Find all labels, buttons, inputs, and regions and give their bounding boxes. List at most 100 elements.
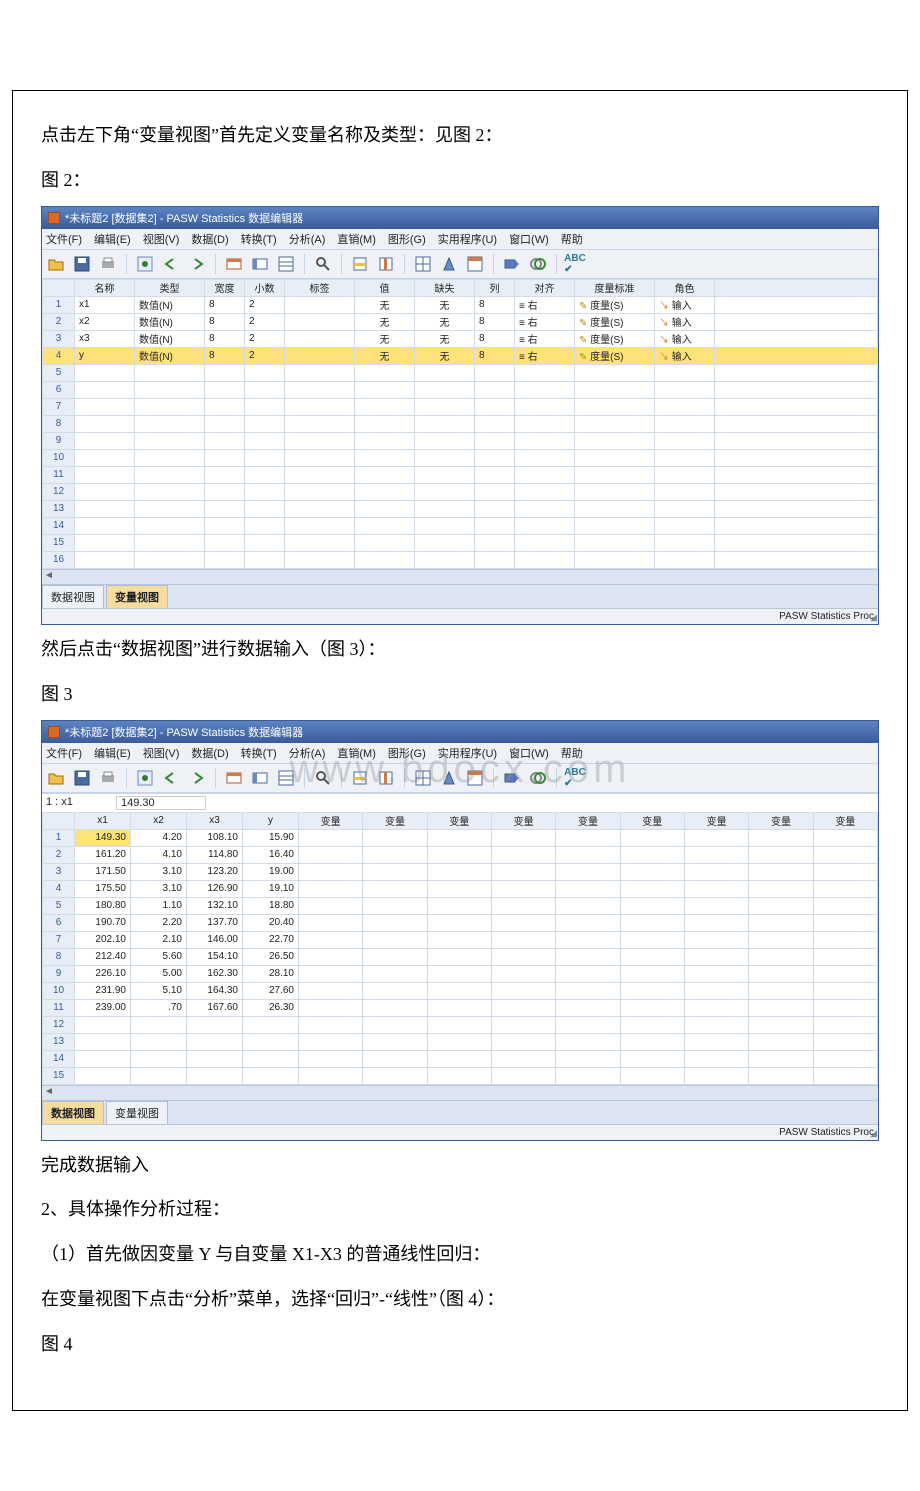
data-row[interactable]: 7202.102.10146.0022.70 <box>43 931 878 948</box>
insert-case-icon[interactable] <box>350 768 370 788</box>
menu-item[interactable]: 帮助 <box>561 745 583 761</box>
column-header[interactable]: x3 <box>187 812 243 829</box>
variable-row[interactable]: 1x1数值(N)82无无8≡ 右✎ 度量(S)↘ 输入 <box>43 296 878 313</box>
redo-icon[interactable] <box>187 768 207 788</box>
empty-row[interactable]: 11 <box>43 466 878 483</box>
column-header[interactable]: 宽度 <box>205 279 245 296</box>
menu-item[interactable]: 实用程序(U) <box>438 231 497 247</box>
data-row[interactable]: 2161.204.10114.8016.40 <box>43 846 878 863</box>
tab-variable-view[interactable]: 变量视图 <box>106 585 168 608</box>
menu-item[interactable]: 文件(F) <box>46 745 82 761</box>
goto-icon[interactable] <box>224 768 244 788</box>
empty-row[interactable]: 5 <box>43 364 878 381</box>
tab-data-view[interactable]: 数据视图 <box>42 1101 104 1124</box>
empty-row[interactable]: 9 <box>43 432 878 449</box>
split-icon[interactable] <box>413 768 433 788</box>
weight-icon[interactable] <box>439 768 459 788</box>
weight-icon[interactable] <box>439 254 459 274</box>
goto-icon[interactable] <box>224 254 244 274</box>
resize-grip-icon[interactable]: ◢ <box>870 1128 877 1139</box>
select-icon[interactable] <box>465 768 485 788</box>
column-header[interactable]: 变量 <box>556 812 620 829</box>
column-header[interactable]: 变量 <box>363 812 427 829</box>
run-icon[interactable] <box>135 768 155 788</box>
variables-icon[interactable] <box>276 768 296 788</box>
menu-item[interactable]: 视图(V) <box>143 231 180 247</box>
horizontal-scrollbar[interactable] <box>42 569 878 584</box>
data-row[interactable]: 11239.00.70167.6026.30 <box>43 999 878 1016</box>
goto-var-icon[interactable] <box>250 768 270 788</box>
empty-row[interactable]: 16 <box>43 551 878 568</box>
empty-row[interactable]: 8 <box>43 415 878 432</box>
spellcheck-icon[interactable]: ABC✔ <box>565 254 585 274</box>
data-row[interactable]: 3171.503.10123.2019.00 <box>43 863 878 880</box>
empty-row[interactable]: 15 <box>43 1067 878 1084</box>
open-icon[interactable] <box>46 768 66 788</box>
data-row[interactable]: 5180.801.10132.1018.80 <box>43 897 878 914</box>
insert-case-icon[interactable] <box>350 254 370 274</box>
menu-item[interactable]: 直销(M) <box>337 745 376 761</box>
column-header[interactable]: x2 <box>131 812 187 829</box>
empty-row[interactable]: 12 <box>43 1016 878 1033</box>
data-row[interactable]: 6190.702.20137.7020.40 <box>43 914 878 931</box>
open-icon[interactable] <box>46 254 66 274</box>
data-row[interactable]: 1149.304.20108.1015.90 <box>43 829 878 846</box>
undo-icon[interactable] <box>161 768 181 788</box>
menu-item[interactable]: 文件(F) <box>46 231 82 247</box>
empty-row[interactable]: 13 <box>43 1033 878 1050</box>
menu-item[interactable]: 编辑(E) <box>94 231 131 247</box>
column-header[interactable]: 名称 <box>75 279 135 296</box>
empty-row[interactable]: 7 <box>43 398 878 415</box>
variable-row[interactable]: 2x2数值(N)82无无8≡ 右✎ 度量(S)↘ 输入 <box>43 313 878 330</box>
resize-grip-icon[interactable]: ◢ <box>870 612 877 623</box>
empty-row[interactable]: 15 <box>43 534 878 551</box>
column-header[interactable]: 对齐 <box>515 279 575 296</box>
print-icon[interactable] <box>98 254 118 274</box>
save-icon[interactable] <box>72 254 92 274</box>
find-icon[interactable] <box>313 768 333 788</box>
insert-var-icon[interactable] <box>376 254 396 274</box>
use-sets-icon[interactable] <box>528 768 548 788</box>
use-sets-icon[interactable] <box>528 254 548 274</box>
print-icon[interactable] <box>98 768 118 788</box>
menu-item[interactable]: 图形(G) <box>388 231 426 247</box>
column-header[interactable]: 变量 <box>299 812 363 829</box>
column-header[interactable]: 列 <box>475 279 515 296</box>
column-header[interactable]: 缺失 <box>415 279 475 296</box>
variable-row[interactable]: 4y数值(N)82无无8≡ 右✎ 度量(S)↘ 输入 <box>43 347 878 364</box>
spellcheck-icon[interactable]: ABC✔ <box>565 768 585 788</box>
empty-row[interactable]: 6 <box>43 381 878 398</box>
menu-item[interactable]: 帮助 <box>561 231 583 247</box>
menu-item[interactable]: 转换(T) <box>241 231 277 247</box>
column-header[interactable]: x1 <box>75 812 131 829</box>
value-labels-icon[interactable] <box>502 254 522 274</box>
undo-icon[interactable] <box>161 254 181 274</box>
run-icon[interactable] <box>135 254 155 274</box>
empty-row[interactable]: 12 <box>43 483 878 500</box>
menu-item[interactable]: 实用程序(U) <box>438 745 497 761</box>
active-cell-value[interactable]: 149.30 <box>116 796 206 810</box>
value-labels-icon[interactable] <box>502 768 522 788</box>
variable-row[interactable]: 3x3数值(N)82无无8≡ 右✎ 度量(S)↘ 输入 <box>43 330 878 347</box>
column-header[interactable]: 变量 <box>813 812 877 829</box>
menu-item[interactable]: 窗口(W) <box>509 745 549 761</box>
data-row[interactable]: 8212.405.60154.1026.50 <box>43 948 878 965</box>
menu-item[interactable]: 数据(D) <box>191 745 228 761</box>
column-header[interactable]: 角色 <box>655 279 715 296</box>
menu-item[interactable]: 图形(G) <box>388 745 426 761</box>
column-header[interactable]: 度量标准 <box>575 279 655 296</box>
save-icon[interactable] <box>72 768 92 788</box>
select-icon[interactable] <box>465 254 485 274</box>
insert-var-icon[interactable] <box>376 768 396 788</box>
column-header[interactable]: 值 <box>355 279 415 296</box>
tab-variable-view[interactable]: 变量视图 <box>106 1101 168 1124</box>
menu-item[interactable]: 编辑(E) <box>94 745 131 761</box>
menu-item[interactable]: 数据(D) <box>191 231 228 247</box>
empty-row[interactable]: 14 <box>43 517 878 534</box>
empty-row[interactable]: 14 <box>43 1050 878 1067</box>
data-row[interactable]: 9226.105.00162.3028.10 <box>43 965 878 982</box>
tab-data-view[interactable]: 数据视图 <box>42 585 104 608</box>
empty-row[interactable]: 13 <box>43 500 878 517</box>
column-header[interactable]: 变量 <box>749 812 813 829</box>
menu-item[interactable]: 分析(A) <box>289 745 326 761</box>
